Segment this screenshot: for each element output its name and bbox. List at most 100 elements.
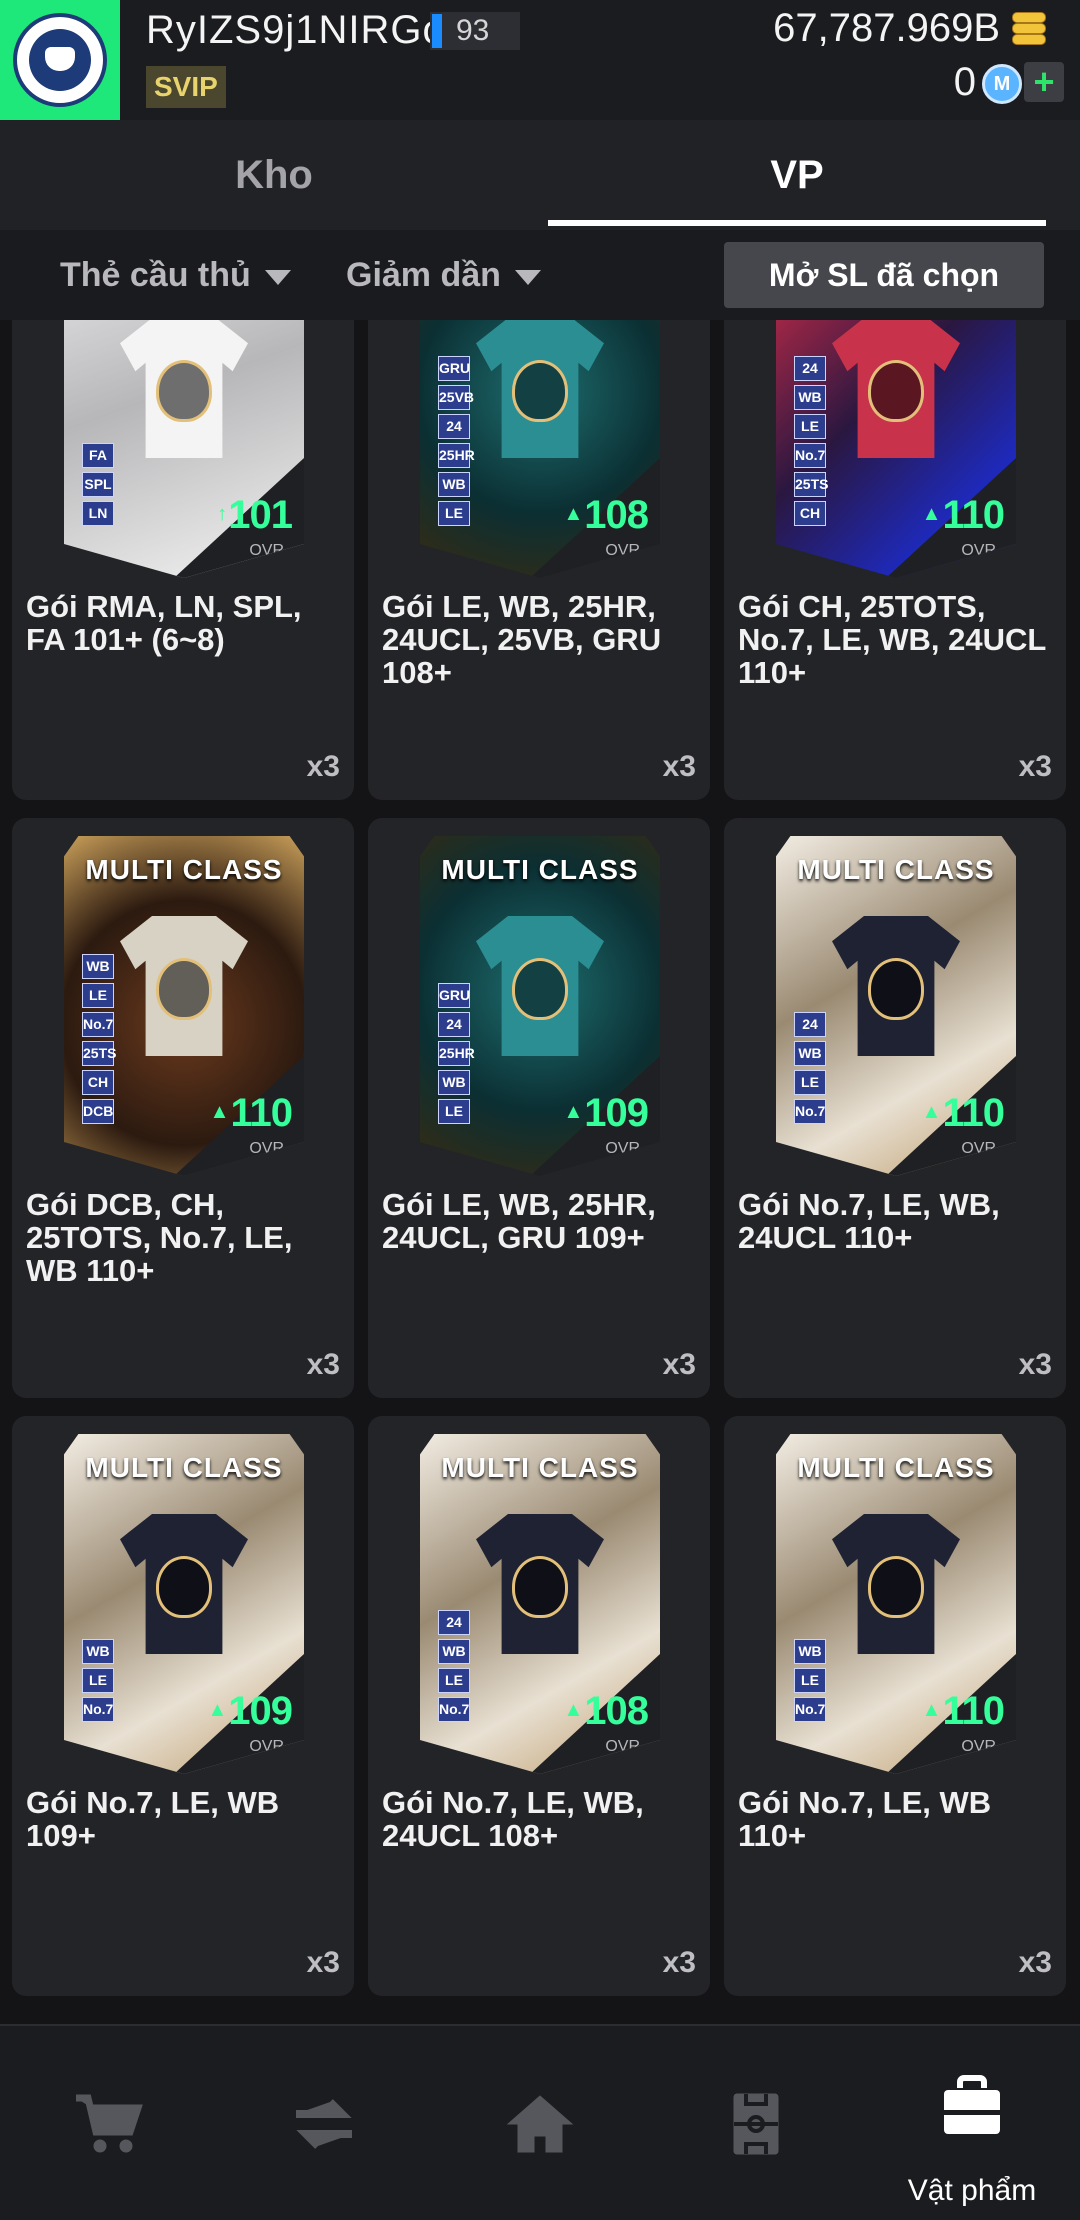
level-bar-icon — [432, 14, 442, 48]
pack-class-label: MULTI CLASS — [797, 854, 995, 885]
club-crest[interactable] — [0, 0, 120, 120]
emblem-icon — [156, 1556, 212, 1618]
item-card[interactable]: MULTI CLASS WB LE No.7 109 OVR Gói No.7, L… — [12, 1416, 354, 1996]
level-number: 93 — [456, 14, 490, 47]
emblem-icon — [868, 1556, 924, 1618]
position-tag: LE — [438, 1668, 470, 1693]
add-currency-button[interactable]: + — [1024, 62, 1064, 102]
pack-class-label: MULTI CLASS — [85, 1452, 283, 1483]
position-tag: No.7 — [82, 1697, 114, 1722]
item-card[interactable]: MULTI CLASS 24WBLENo.725TSCH 110 OVR Gói… — [724, 320, 1066, 800]
chevron-down-icon — [264, 269, 291, 285]
item-card[interactable]: MULTI CLASS FASPLLN 101 OVR Gói RMA, LN,… — [12, 320, 354, 800]
nav-transfer[interactable] — [216, 2026, 432, 2220]
ovr-value: 110 — [922, 1091, 1005, 1136]
position-tag: WB — [438, 472, 470, 497]
position-tag: GRU — [438, 983, 470, 1008]
nav-squad[interactable] — [648, 2026, 864, 2220]
position-tag: WB — [794, 1041, 826, 1066]
item-quantity: x3 — [1018, 1946, 1052, 1979]
ovr-label: OVR — [249, 542, 284, 559]
emblem-icon — [156, 958, 212, 1020]
type-filter-dropdown[interactable]: Thẻ cầu thủ — [60, 230, 291, 320]
ovr-label: OVR — [249, 1140, 284, 1157]
tab-bar: Kho VP — [0, 120, 1080, 230]
pack-thumbnail: MULTI CLASS WB LE No.7 110 OVR — [776, 1434, 1016, 1774]
emblem-icon — [512, 360, 568, 422]
pack-thumbnail: MULTI CLASS WB LE No.7 25TS CH DCB 110 OVR — [64, 836, 304, 1176]
item-card[interactable]: MULTI CLASS 24 WB LE No.7 110 OVR Gói No.7,… — [724, 818, 1066, 1398]
position-tag: CH — [82, 1070, 114, 1095]
ovr-label: OVR — [605, 1738, 640, 1755]
position-tags: GRU 25VB 24 25HR WB LE — [438, 356, 475, 526]
item-name: Gói LE, WB, 25HR, 24UCL, 25VB, GRU 108+ — [382, 589, 662, 690]
item-quantity: x3 — [662, 750, 696, 783]
mc-balance: 0 — [953, 60, 976, 104]
tab-vp[interactable]: VP — [548, 120, 1046, 230]
nav-items[interactable]: Vật phẩm — [864, 2026, 1080, 2220]
position-tag: 24 — [438, 414, 470, 439]
emblem-icon — [512, 958, 568, 1020]
active-tab-indicator — [548, 220, 1046, 226]
position-tag: LE — [794, 414, 826, 439]
item-name: Gói No.7, LE, WB, 24UCL 108+ — [382, 1785, 644, 1853]
home-icon — [506, 2095, 574, 2153]
ovr-label: OVR — [605, 1140, 640, 1157]
nav-shop[interactable] — [0, 2026, 216, 2220]
ovr-label: OVR — [961, 542, 996, 559]
open-selected-button[interactable]: Mở SL đã chọn — [724, 242, 1044, 308]
position-tag: LE — [794, 1070, 826, 1095]
ovr-label: OVR — [961, 1140, 996, 1157]
item-card[interactable]: MULTI CLASS GRU25VB2425HRWBLE 108 OVR Gó… — [368, 320, 710, 800]
position-tag: 24 — [794, 356, 826, 381]
item-card[interactable]: MULTI CLASS GRU 24 25HR WB LE 109 OVR Gói LE… — [368, 818, 710, 1398]
item-name: Gói RMA, LN, SPL, FA 101+ (6~8) — [26, 589, 302, 657]
position-tag: No.7 — [794, 1099, 826, 1124]
item-quantity: x3 — [306, 1946, 340, 1979]
position-tag: CH — [794, 501, 826, 526]
position-tag: 24 — [794, 1012, 826, 1037]
item-quantity: x3 — [306, 750, 340, 783]
item-card[interactable]: MULTI CLASS WB LE No.7 25TS CH DCB 110 OVR Gó… — [12, 818, 354, 1398]
sort-dropdown[interactable]: Giảm dần — [346, 230, 541, 320]
squad-field-icon — [733, 2093, 779, 2155]
pack-thumbnail: MULTI CLASS 24 WB LE No.7 108 OVR — [420, 1434, 660, 1774]
position-tag: 24 — [438, 1610, 470, 1635]
position-tag: No.7 — [794, 443, 826, 468]
item-name: Gói DCB, CH, 25TOTS, No.7, LE, WB 110+ — [26, 1187, 293, 1288]
item-name: Gói No.7, LE, WB, 24UCL 110+ — [738, 1187, 1000, 1255]
username: RyIZS9j1NIRGo — [146, 8, 446, 52]
position-tag: FA — [82, 443, 114, 468]
vip-badge[interactable]: SVIP — [146, 66, 226, 108]
item-card[interactable]: MULTI CLASS 24 WB LE No.7 108 OVR Gói No.7,… — [368, 1416, 710, 1996]
bag-icon — [944, 2075, 1000, 2134]
coin-stack-icon — [1008, 12, 1048, 46]
filter-bar: Thẻ cầu thủ Giảm dần Mở SL đã chọn — [0, 230, 1080, 320]
ovr-label: OVR — [961, 1738, 996, 1755]
nav-home[interactable] — [432, 2026, 648, 2220]
club-logo-icon — [13, 13, 107, 107]
item-name: Gói No.7, LE, WB 109+ — [26, 1785, 280, 1853]
item-grid-viewport[interactable]: MULTI CLASS FA SPL LN 101 OVR Gói RMA, LN,… — [0, 320, 1080, 2024]
ovr-label: OVR — [249, 1738, 284, 1755]
item-name: Gói LE, WB, 25HR, 24UCL, GRU 109+ — [382, 1187, 656, 1255]
tab-kho[interactable]: Kho — [0, 120, 548, 230]
item-grid: MULTI CLASS FA SPL LN 101 OVR Gói RMA, LN,… — [0, 320, 1080, 1996]
position-tag: No.7 — [438, 1697, 470, 1722]
position-tag: LE — [794, 1668, 826, 1693]
top-bar: RyIZS9j1NIRGo 93 SVIP 67,787.969B 0 M + — [0, 0, 1080, 120]
pack-class-label: MULTI CLASS — [441, 854, 639, 885]
pack-thumbnail: MULTI CLASS WB LE No.7 109 OVR — [64, 1434, 304, 1774]
position-tag: LE — [438, 501, 470, 526]
ovr-value: 101 — [217, 493, 293, 538]
position-tag: LN — [82, 501, 114, 526]
item-card[interactable]: MULTI CLASS WB LE No.7 110 OVR Gói No.7, L… — [724, 1416, 1066, 1996]
pack-thumbnail: MULTI CLASS GRU 24 25HR WB LE 109 OVR — [420, 836, 660, 1176]
item-name: Gói CH, 25TOTS, No.7, LE, WB, 24UCL 110+ — [738, 589, 1046, 690]
item-quantity: x3 — [662, 1348, 696, 1381]
position-tag: DCB — [82, 1099, 114, 1124]
transfer-icon — [296, 2099, 352, 2149]
cart-icon — [76, 2094, 143, 2153]
position-tag: No.7 — [82, 1012, 114, 1037]
position-tag: WB — [794, 1639, 826, 1664]
